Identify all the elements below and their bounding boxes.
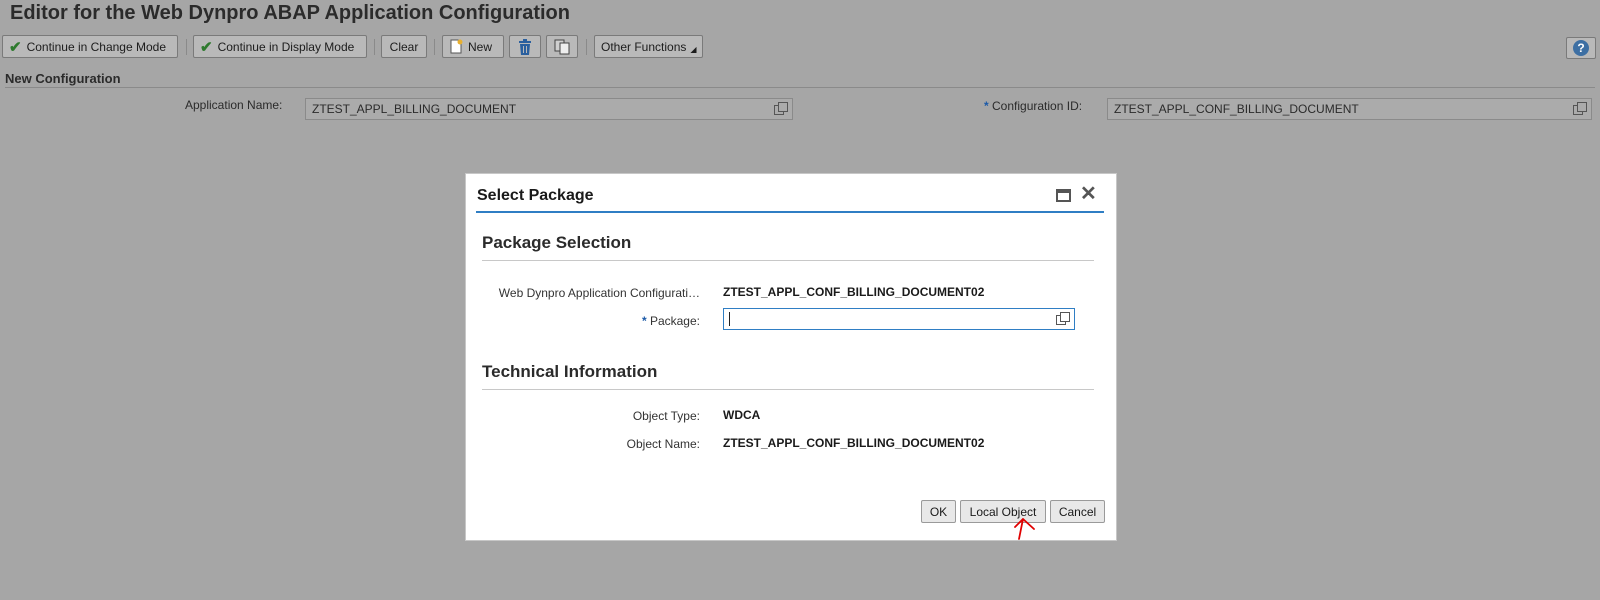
configuration-id-field[interactable]: ZTEST_APPL_CONF_BILLING_DOCUMENT [1107,98,1592,120]
new-document-icon [450,39,463,54]
package-selection-title: Package Selection [482,233,632,252]
technical-information-divider [482,389,1094,390]
continue-display-mode-label: Continue in Display Mode [217,39,355,54]
new-button[interactable]: New [442,35,504,58]
toolbar-separator [186,39,187,55]
ok-button[interactable]: OK [921,500,956,523]
value-help-icon[interactable] [1573,102,1587,116]
value-help-icon[interactable] [774,102,788,116]
close-icon[interactable]: ✕ [1080,184,1097,204]
checkmark-icon: ✔ [200,38,213,56]
configuration-id-label-text: Configuration ID: [992,99,1083,113]
page-title: Editor for the Web Dynpro ABAP Applicati… [10,2,570,24]
text-cursor [729,312,730,326]
configuration-value: ZTEST_APPL_CONF_BILLING_DOCUMENT02 [723,285,985,299]
continue-change-mode-label: Continue in Change Mode [26,39,167,54]
dropdown-arrow-icon: ◢ [690,45,697,54]
continue-change-mode-button[interactable]: ✔ Continue in Change Mode [2,35,178,58]
select-package-dialog: Select Package ✕ Package Selection Web D… [465,173,1117,541]
object-type-label: Object Type: [632,409,700,423]
new-button-label: New [468,39,493,54]
annotation-arrow-icon [1014,518,1035,540]
section-divider [5,87,1595,88]
package-label-text: Package: [649,314,700,328]
delete-button[interactable] [509,35,541,58]
toolbar-separator [374,39,375,55]
required-indicator: * [984,99,989,113]
configuration-label: Web Dynpro Application Configurati… [498,286,700,300]
section-title: New Configuration [5,71,121,86]
application-name-value: ZTEST_APPL_BILLING_DOCUMENT [312,102,517,116]
package-selection-divider [482,260,1094,261]
object-name-value: ZTEST_APPL_CONF_BILLING_DOCUMENT02 [723,436,985,450]
package-input[interactable] [723,308,1075,330]
maximize-icon[interactable] [1056,189,1071,202]
cancel-button[interactable]: Cancel [1050,500,1105,523]
other-functions-button[interactable]: Other Functions ◢ [594,35,703,58]
configuration-id-label: * Configuration ID: [984,99,1082,113]
toolbar-separator [586,39,587,55]
help-button[interactable]: ? [1566,37,1596,59]
dialog-title: Select Package [477,187,594,204]
application-name-label: Application Name: [185,98,283,112]
object-name-label: Object Name: [626,437,700,451]
copy-icon [554,39,570,54]
checkmark-icon: ✔ [9,38,22,56]
help-icon: ? [1573,40,1589,56]
toolbar: ✔ Continue in Change Mode ✔ Continue in … [0,34,1600,63]
trash-icon [519,38,531,55]
technical-information-title: Technical Information [482,362,658,381]
application-name-field[interactable]: ZTEST_APPL_BILLING_DOCUMENT [305,98,793,120]
other-functions-label: Other Functions [601,39,687,54]
clear-button[interactable]: Clear [381,35,427,58]
required-indicator: * [641,314,647,328]
package-label: * Package: [642,314,700,328]
dialog-title-divider [476,211,1104,213]
value-help-icon[interactable] [1056,312,1070,326]
object-type-value: WDCA [723,408,761,422]
configuration-id-value: ZTEST_APPL_CONF_BILLING_DOCUMENT [1114,102,1359,116]
copy-button[interactable] [546,35,578,58]
continue-display-mode-button[interactable]: ✔ Continue in Display Mode [193,35,367,58]
toolbar-separator [434,39,435,55]
